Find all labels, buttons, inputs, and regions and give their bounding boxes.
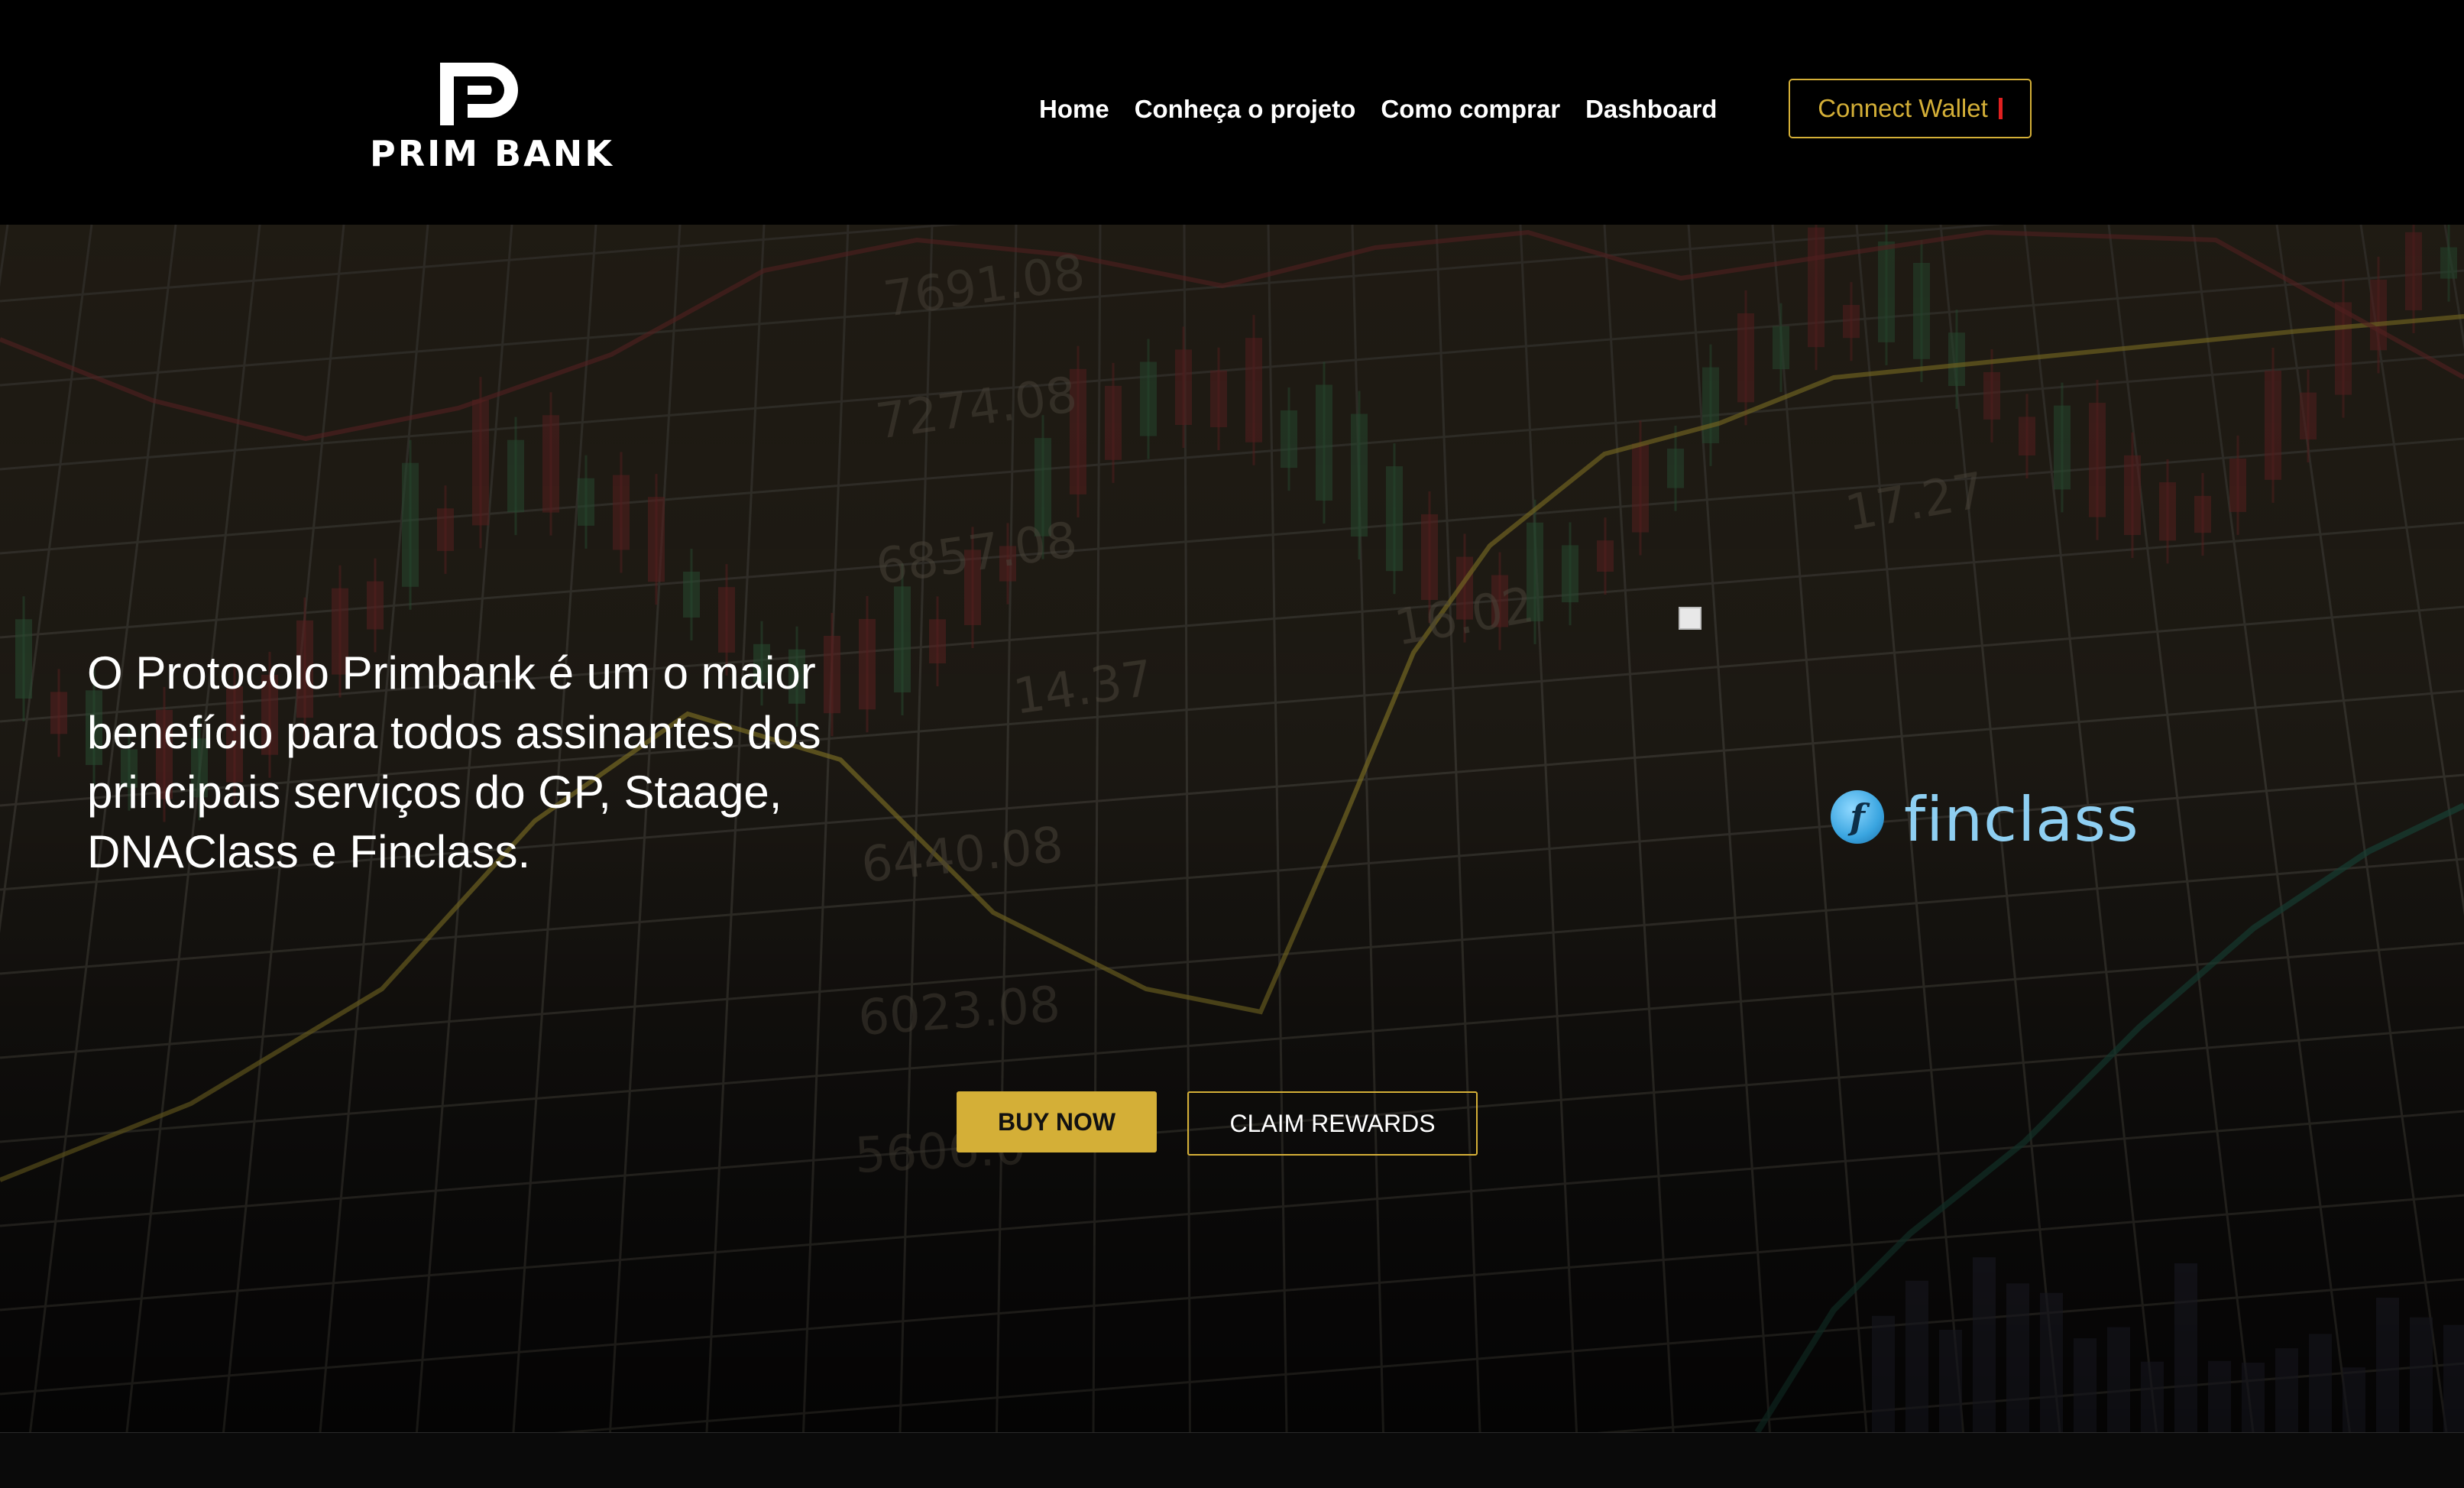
page-footer-strip <box>0 1432 2464 1488</box>
pb-monogram-icon <box>440 63 518 125</box>
nav-home[interactable]: Home <box>1039 95 1109 124</box>
finclass-wordmark: finclass <box>1904 784 2139 855</box>
finclass-icon: f <box>1831 790 1884 844</box>
brand-name: PRIM BANK <box>370 133 614 174</box>
hero-description: O Protocolo Primbank é um o maior benefí… <box>87 647 821 877</box>
image-frame <box>1679 607 1701 630</box>
connect-wallet-button[interactable]: Connect Wallet <box>1789 79 2032 138</box>
finclass-logo: f finclass <box>1831 784 2152 855</box>
hero-section: 7691.08 7274.08 6857.08 6440.08 6023.08 … <box>0 225 2464 1432</box>
nav-como-comprar[interactable]: Como comprar <box>1381 95 1560 124</box>
broken-image-icon <box>1679 607 1747 630</box>
wallet-status-indicator <box>1998 98 2003 119</box>
nav-conheca-o-projeto[interactable]: Conheça o projeto <box>1135 95 1356 124</box>
site-header: PRIM BANK Home Conheça o projeto Como co… <box>0 0 2464 225</box>
brand-logo[interactable]: PRIM BANK <box>370 60 614 174</box>
main-nav: Home Conheça o projeto Como comprar Dash… <box>1039 79 1742 140</box>
claim-rewards-button[interactable]: CLAIM REWARDS <box>1187 1091 1478 1156</box>
connect-wallet-label: Connect Wallet <box>1818 94 1988 122</box>
buy-now-button[interactable]: BUY NOW <box>957 1091 1157 1152</box>
nav-dashboard[interactable]: Dashboard <box>1585 95 1717 124</box>
